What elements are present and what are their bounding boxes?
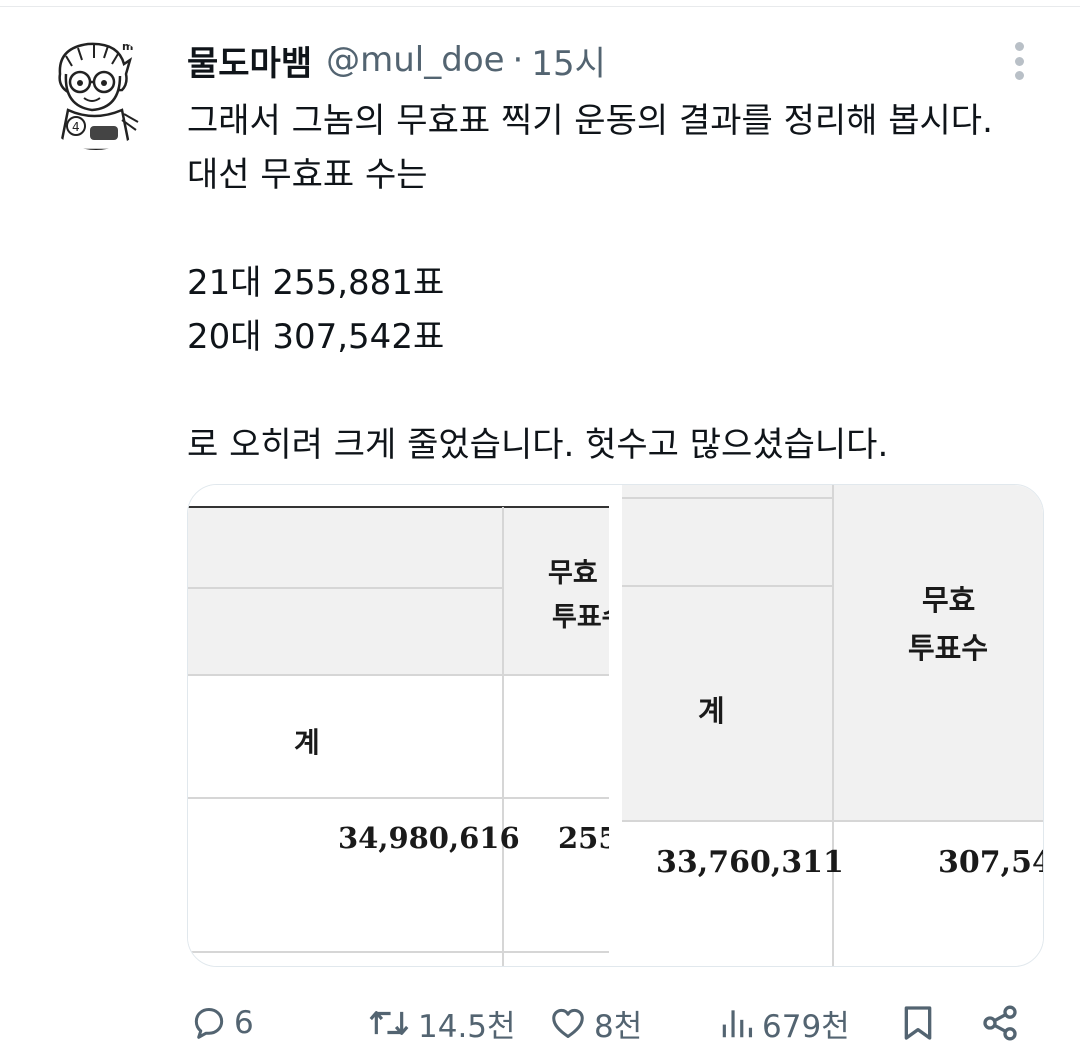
user-handle[interactable]: @mul_doe (326, 40, 504, 80)
top-divider (0, 6, 1080, 7)
table-line (502, 507, 504, 966)
retweet-button[interactable]: 14.5천 (366, 990, 516, 1056)
table-line (188, 797, 609, 799)
tweet-text-line (187, 364, 1067, 418)
media-image-left[interactable]: 무효 투표수 계 34,980,616 255 (188, 485, 609, 966)
svg-text:4: 4 (72, 120, 80, 134)
media-image-right[interactable]: 무효 투표수 계 33,760,311 307,542 (622, 485, 1043, 966)
invalid-votes-header: 무효 (922, 583, 976, 617)
avatar-cartoon-icon: 4 m (38, 34, 154, 150)
media-gap (609, 485, 622, 966)
tweet-text-line: 대선 무효표 수는 (187, 155, 428, 195)
display-name[interactable]: 물도마뱀 (187, 36, 312, 85)
more-options-icon[interactable] (1004, 40, 1034, 82)
tweet-text-line: 20대 307,542표 (187, 317, 445, 357)
view-count: 679천 (762, 1008, 850, 1045)
avatar[interactable]: 4 m (38, 34, 154, 150)
tweet-actions: 6 14.5천 8천 679천 (0, 990, 1080, 1056)
invalid-votes-value: 255 (558, 821, 609, 855)
total-votes-value: 34,980,616 (338, 821, 520, 855)
reply-count: 6 (234, 1005, 254, 1041)
tweet-header: 물도마뱀 @mul_doe · 15시 (187, 36, 606, 84)
retweet-icon (369, 1011, 409, 1035)
heart-icon (552, 1008, 584, 1038)
bookmark-button[interactable] (898, 990, 938, 1056)
views-button[interactable]: 679천 (718, 990, 850, 1056)
total-label: 계 (294, 726, 320, 759)
like-count: 8천 (594, 1008, 643, 1045)
svg-text:m: m (122, 40, 133, 53)
table-top-border (188, 506, 609, 508)
invalid-votes-value: 307,542 (938, 845, 1043, 880)
invalid-votes-header: 무효 (548, 558, 598, 589)
bar-chart-icon (722, 1010, 753, 1038)
invalid-votes-header: 투표수 (908, 631, 989, 665)
invalid-votes-header: 투표수 (552, 602, 609, 633)
table-header-bg (188, 507, 609, 675)
share-button[interactable] (980, 990, 1020, 1056)
table-line (188, 951, 609, 953)
table-line (188, 674, 609, 676)
timestamp[interactable]: 15시 (531, 36, 606, 85)
like-button[interactable]: 8천 (548, 990, 642, 1056)
bookmark-icon (904, 1006, 932, 1040)
tweet-media[interactable]: 무효 투표수 계 34,980,616 255 무효 투표수 계 33,760,… (187, 484, 1044, 967)
tweet-text-line (187, 202, 1067, 256)
table-line (832, 485, 834, 966)
retweet-count: 14.5천 (418, 1008, 516, 1045)
reply-button[interactable]: 6 (190, 990, 254, 1056)
share-icon (983, 1005, 1017, 1041)
tweet-text-line: 21대 255,881표 (187, 263, 445, 303)
separator-dot: · (512, 40, 524, 80)
table-line (622, 585, 834, 587)
tweet-text: 그래서 그놈의 무효표 찍기 운동의 결과를 정리해 봅시다. 대선 무효표 수… (187, 94, 1067, 472)
total-votes-value: 33,760,311 (656, 845, 844, 880)
table-line (622, 497, 834, 499)
table-line (188, 587, 502, 589)
total-label: 계 (698, 694, 725, 728)
tweet-text-line: 로 오히려 크게 줄었습니다. 헛수고 많으셨습니다. (187, 425, 889, 465)
reply-icon (194, 1008, 224, 1039)
tweet-text-line: 그래서 그놈의 무효표 찍기 운동의 결과를 정리해 봅시다. (187, 101, 993, 141)
